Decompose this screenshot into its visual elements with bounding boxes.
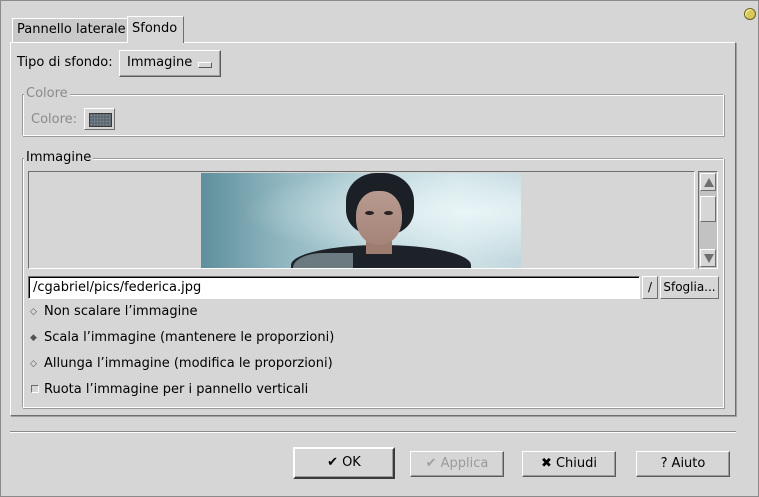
radio-stretch[interactable]: ◇ Allunga l’immagine (modifica le proporz…	[30, 356, 333, 371]
background-type-select[interactable]: Immagine	[119, 50, 221, 77]
radio-off-icon: ◇	[30, 307, 37, 317]
preview-scrollbar[interactable]	[698, 171, 718, 269]
color-picker-button[interactable]	[84, 108, 115, 130]
help-icon: ?	[660, 456, 668, 471]
help-label: Aiuto	[671, 456, 706, 471]
apply-label: Applica	[440, 456, 489, 471]
radio-off-icon: ◇	[30, 359, 37, 369]
browse-button[interactable]: Sfoglia...	[660, 276, 719, 299]
rotate-checkbox[interactable]: Ruota l’immagine per i pannello vertical…	[30, 382, 308, 397]
tab-sfondo[interactable]: Sfondo	[127, 16, 184, 43]
scroll-thumb[interactable]	[700, 196, 716, 222]
ok-label: OK	[342, 455, 361, 470]
arrow-up-icon	[704, 178, 714, 187]
radio-scale-keep-aspect[interactable]: ◆ Scala l’immagine (mantenere le proporzi…	[30, 330, 334, 345]
path-history-button[interactable]: /	[642, 276, 658, 299]
tab-pannello-laterale[interactable]: Pannello laterale	[12, 18, 128, 42]
radio-label: Non scalare l’immagine	[44, 304, 198, 319]
image-preview	[28, 171, 695, 269]
color-swatch	[89, 113, 112, 127]
arrow-down-icon	[704, 254, 714, 263]
apply-button[interactable]: ✔ Applica	[410, 451, 504, 477]
window-close-icon[interactable]	[744, 8, 756, 20]
option-menu-indicator-icon	[198, 62, 212, 68]
close-icon: ✖	[541, 456, 552, 471]
background-type-value: Immagine	[127, 55, 193, 70]
radio-no-scale[interactable]: ◇ Non scalare l’immagine	[30, 304, 197, 319]
checkbox-label: Ruota l’immagine per i pannello vertical…	[44, 382, 309, 397]
color-frame	[22, 94, 724, 136]
close-label: Chiudi	[555, 456, 597, 471]
scroll-down-button[interactable]	[700, 249, 716, 267]
ok-icon: ✔	[327, 455, 339, 470]
tab-label: Pannello laterale	[17, 22, 126, 37]
checkbox-icon	[31, 385, 39, 393]
preview-photo	[201, 173, 521, 268]
ok-button[interactable]: ✔ OK	[293, 447, 395, 479]
close-button[interactable]: ✖ Chiudi	[522, 451, 616, 477]
check-icon: ✔	[425, 456, 437, 471]
help-button[interactable]: ? Aiuto	[636, 451, 730, 477]
separator	[10, 431, 736, 433]
color-frame-title: Colore	[24, 86, 70, 101]
scroll-up-button[interactable]	[700, 173, 716, 191]
background-type-label: Tipo di sfondo:	[17, 55, 113, 70]
tab-label: Sfondo	[132, 21, 178, 36]
color-label: Colore:	[31, 112, 78, 127]
image-frame-title: Immagine	[24, 150, 94, 165]
radio-label: Scala l’immagine (mantenere le proporzio…	[44, 330, 335, 345]
image-path-input[interactable]	[28, 276, 640, 299]
radio-label: Allunga l’immagine (modifica le proporzi…	[44, 356, 333, 371]
radio-on-icon: ◆	[30, 333, 37, 343]
